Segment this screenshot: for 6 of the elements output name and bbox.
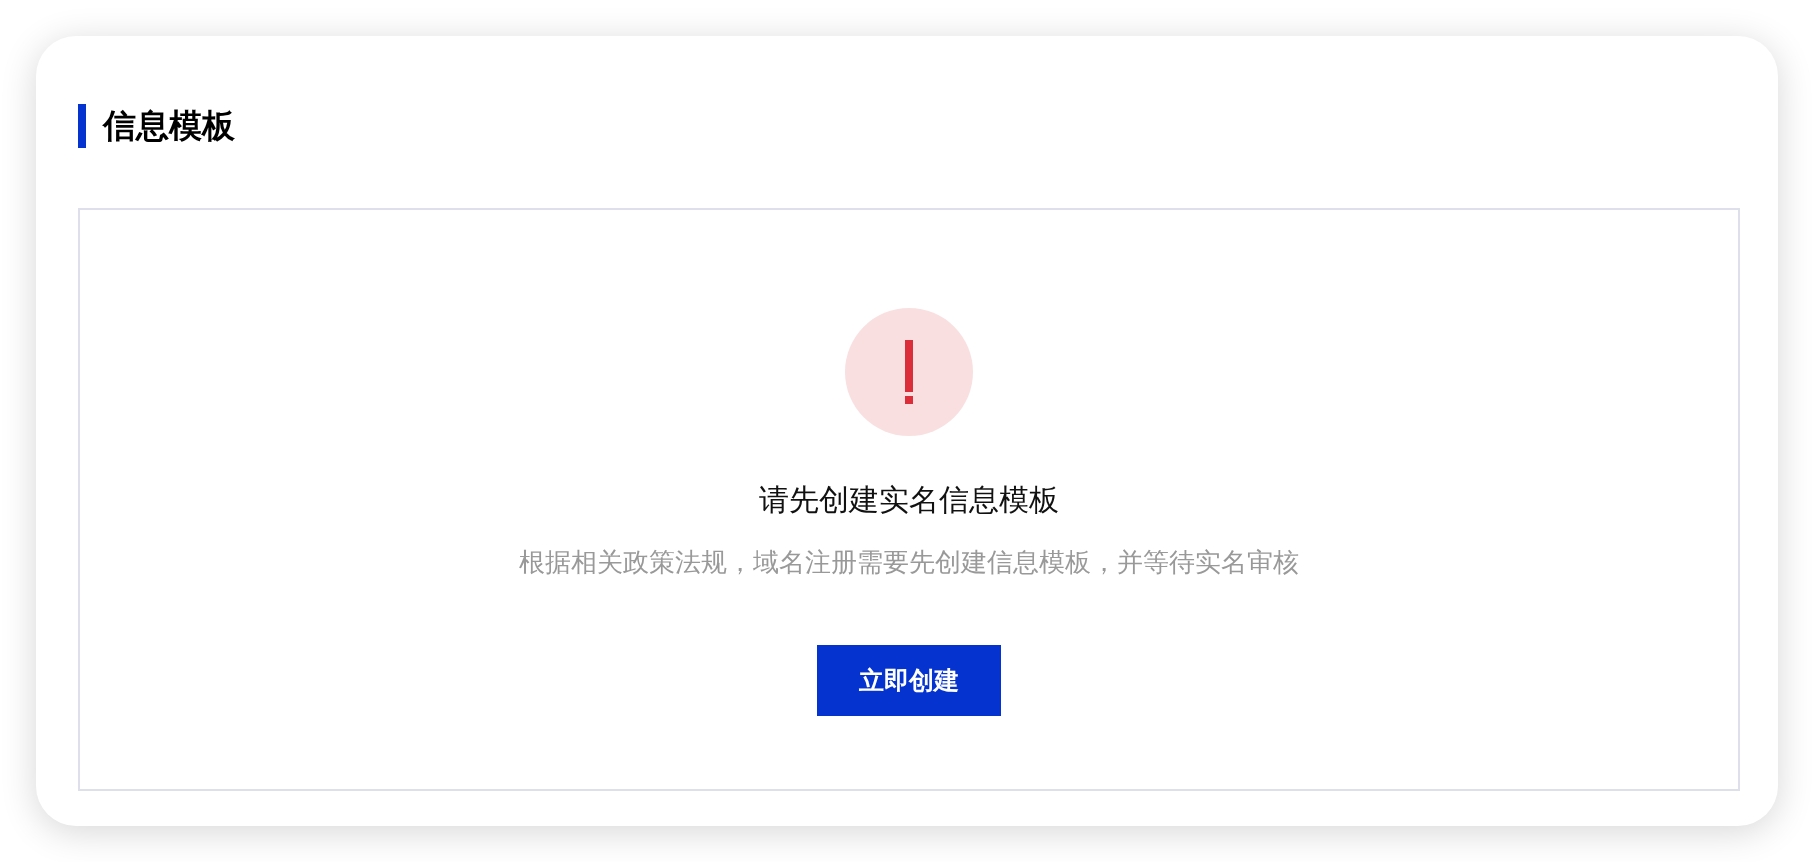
- empty-state-heading: 请先创建实名信息模板: [759, 482, 1059, 518]
- accent-bar: [78, 104, 86, 148]
- warning-icon: [845, 308, 973, 436]
- section-title: 信息模板: [103, 106, 235, 146]
- create-button[interactable]: 立即创建: [817, 645, 1001, 716]
- empty-state-description: 根据相关政策法规，域名注册需要先创建信息模板，并等待实名审核: [519, 546, 1299, 579]
